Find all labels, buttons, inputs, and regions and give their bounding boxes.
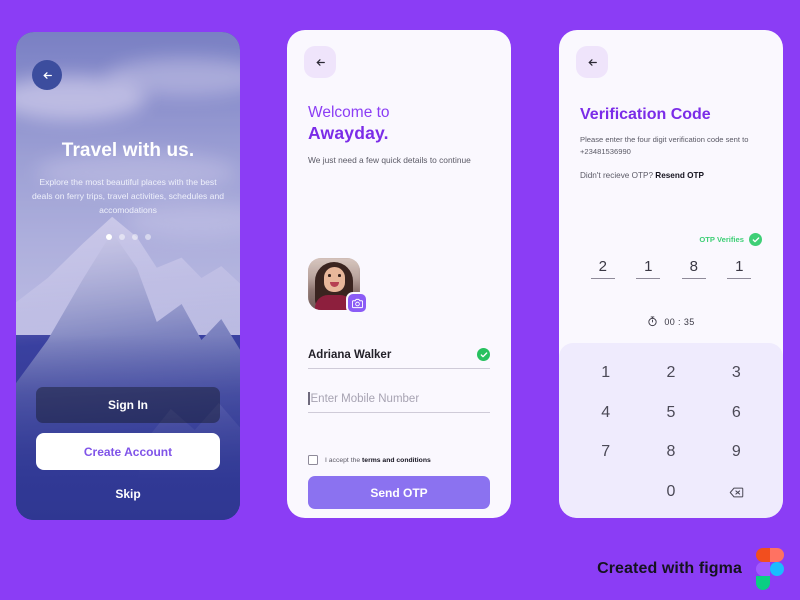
figma-logo-shape: [770, 562, 784, 576]
arrow-left-icon: [316, 58, 325, 66]
keypad-key-7[interactable]: 7: [573, 433, 638, 473]
camera-icon: [351, 298, 363, 308]
otp-digit-underline: [590, 278, 615, 280]
pager-dot[interactable]: [144, 233, 151, 240]
numeric-keypad[interactable]: 1 2 3 4 5 6 7 8 9 0: [559, 343, 783, 518]
terms-link[interactable]: terms and conditions: [362, 457, 431, 464]
canvas: Travel with us. Explore the most beautif…: [0, 0, 800, 600]
mobile-number-field[interactable]: Enter Mobile Number: [308, 392, 490, 413]
change-photo-button[interactable]: [346, 292, 368, 314]
figma-logo-shape: [770, 548, 784, 562]
back-button[interactable]: [32, 60, 62, 90]
skip-button[interactable]: Skip: [36, 474, 220, 514]
create-account-button[interactable]: Create Account: [36, 433, 220, 470]
avatar-eye: [338, 274, 341, 277]
otp-status-badge: OTP Verifies: [699, 233, 762, 246]
pager-dot[interactable]: [105, 233, 112, 240]
page-title: Travel with us.: [61, 140, 195, 161]
arrow-left-icon: [43, 71, 52, 79]
resend-otp-link[interactable]: Resend OTP: [655, 171, 704, 180]
pager-dots[interactable]: [30, 233, 226, 240]
avatar-eye: [328, 274, 331, 277]
resend-row: Didn't recieve OTP? Resend OTP: [580, 171, 762, 180]
otp-digit-underline: [727, 278, 752, 280]
keypad-key-9[interactable]: 9: [704, 433, 769, 473]
back-button[interactable]: [304, 46, 336, 78]
welcome-line-2: Awayday.: [308, 123, 389, 143]
keypad-key-3[interactable]: 3: [704, 353, 769, 393]
mobile-number-placeholder: Enter Mobile Number: [310, 392, 420, 405]
resend-prefix: Didn't recieve OTP?: [580, 171, 656, 181]
backspace-icon: [729, 487, 744, 497]
onboarding-actions: Sign In Create Account Skip: [36, 387, 220, 514]
page-subtitle: Explore the most beautiful places with t…: [31, 177, 225, 216]
keypad-key-2[interactable]: 2: [638, 353, 703, 393]
figma-logo-shape: [756, 548, 770, 562]
keypad-key-8[interactable]: 8: [638, 433, 703, 473]
otp-digit-underline: [681, 278, 706, 280]
otp-timer: 00 : 35: [559, 316, 783, 327]
check-badge-icon: [477, 348, 490, 361]
otp-timer-value: 00 : 35: [664, 316, 695, 327]
keypad-key-6[interactable]: 6: [704, 393, 769, 433]
keypad-key-4[interactable]: 4: [573, 393, 638, 433]
otp-heading: Verification Code Please enter the four …: [580, 106, 762, 180]
name-field-line[interactable]: Adriana Walker: [308, 348, 490, 369]
terms-prefix: I accept the: [325, 456, 363, 464]
send-otp-button[interactable]: Send OTP: [308, 476, 490, 509]
welcome-line-1: Welcome to: [308, 104, 390, 121]
mobile-number-field-line[interactable]: Enter Mobile Number: [308, 392, 490, 413]
terms-label: I accept the terms and conditions: [325, 457, 431, 464]
text-caret: [308, 392, 310, 405]
arrow-left-icon: [588, 58, 597, 66]
avatar-uploader[interactable]: [308, 258, 368, 314]
otp-digit-cell[interactable]: 8: [671, 258, 717, 280]
otp-digit-value: 1: [644, 258, 653, 275]
otp-input-group[interactable]: 2 1 8 1: [580, 258, 763, 280]
otp-status-text: OTP Verifies: [699, 235, 744, 244]
stopwatch-icon: [648, 316, 657, 327]
signup-heading: Welcome to Awayday. We just need a few q…: [308, 104, 490, 167]
otp-digit-value: 8: [689, 258, 698, 275]
keypad-key-0[interactable]: 0: [638, 472, 703, 512]
page-title: Verification Code: [580, 106, 711, 123]
terms-row[interactable]: I accept the terms and conditions: [308, 455, 490, 465]
back-button[interactable]: [576, 46, 608, 78]
keypad-key-empty: [573, 472, 638, 512]
figma-logo-icon: [756, 548, 784, 590]
check-badge-icon: [749, 233, 762, 246]
footer: Created with figma: [597, 548, 784, 590]
pager-dot[interactable]: [131, 233, 138, 240]
pager-dot[interactable]: [118, 233, 125, 240]
avatar-face: [324, 267, 345, 292]
phone-screen-signup: Welcome to Awayday. We just need a few q…: [287, 30, 511, 518]
sign-in-button[interactable]: Sign In: [36, 387, 220, 423]
otp-digit-value: 2: [598, 258, 607, 275]
otp-digit-value: 1: [735, 258, 744, 275]
name-field[interactable]: Adriana Walker: [308, 348, 490, 369]
signup-note: We just need a few quick details to cont…: [308, 155, 471, 165]
name-field-value: Adriana Walker: [308, 348, 392, 361]
otp-digit-cell[interactable]: 1: [626, 258, 672, 280]
otp-digit-cell[interactable]: 2: [580, 258, 626, 280]
phone-screen-verification: Verification Code Please enter the four …: [559, 30, 783, 518]
otp-instruction: Please enter the four digit verification…: [580, 135, 749, 157]
onboarding-hero: Travel with us. Explore the most beautif…: [16, 140, 240, 240]
footer-text: Created with figma: [597, 560, 742, 577]
keypad-backspace-button[interactable]: [704, 472, 769, 512]
phone-screen-onboarding: Travel with us. Explore the most beautif…: [16, 32, 240, 520]
keypad-key-5[interactable]: 5: [638, 393, 703, 433]
otp-digit-cell[interactable]: 1: [717, 258, 763, 280]
figma-logo-shape: [756, 576, 770, 590]
figma-logo-shape: [756, 562, 770, 576]
terms-checkbox[interactable]: [308, 455, 318, 465]
keypad-key-1[interactable]: 1: [573, 353, 638, 393]
otp-digit-underline: [636, 278, 661, 280]
